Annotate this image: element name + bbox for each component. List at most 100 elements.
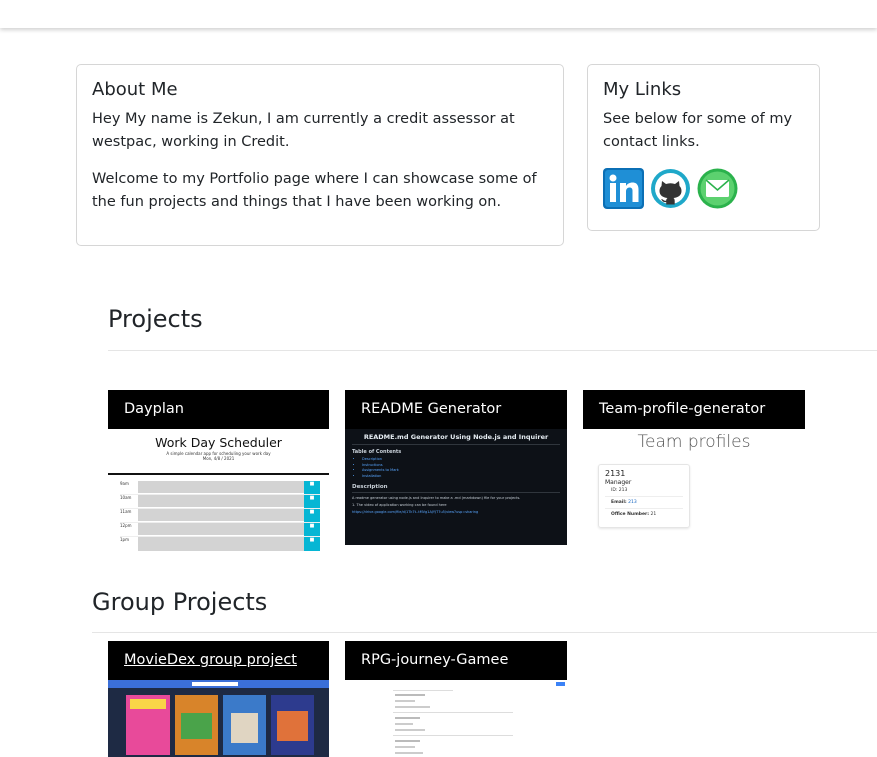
about-me-title: About Me bbox=[92, 79, 178, 100]
projects-divider bbox=[108, 350, 877, 351]
thumb-title: Work Day Scheduler bbox=[155, 435, 282, 450]
employee-name: 2131 bbox=[605, 469, 626, 478]
time-block: 10am ■ bbox=[120, 495, 320, 509]
hour-label: 10am bbox=[120, 495, 132, 500]
project-card-team-profile-generator[interactable]: Team-profile-generator Team profiles 213… bbox=[583, 390, 805, 533]
thumb-description-link: https://drive.google.com/file/d/1Tk7t..t… bbox=[352, 510, 479, 514]
thumb-line bbox=[395, 740, 420, 742]
poster-art bbox=[130, 699, 166, 709]
thumb-line bbox=[393, 690, 453, 691]
group-projects-title: Group Projects bbox=[92, 588, 268, 616]
project-title[interactable]: RPG-journey-Gamee bbox=[345, 641, 567, 680]
project-title[interactable]: Team-profile-generator bbox=[583, 390, 805, 429]
email-icon[interactable] bbox=[697, 168, 738, 209]
poster bbox=[271, 695, 314, 755]
projects-title: Projects bbox=[108, 305, 203, 333]
hour-label: 11am bbox=[120, 509, 132, 514]
about-me-paragraph-2: Welcome to my Portfolio page where I can… bbox=[92, 171, 537, 210]
employee-email-row: Email: 213 bbox=[605, 500, 683, 505]
project-card-moviedex[interactable]: MovieDex group project bbox=[108, 641, 329, 757]
thumb-header-line bbox=[108, 473, 329, 475]
team-profile-screenshot[interactable]: Team profiles 2131 Manager ID: 213 Email… bbox=[583, 429, 805, 533]
group-projects-divider bbox=[92, 632, 877, 633]
thumb-line bbox=[393, 735, 513, 736]
save-button: ■ bbox=[304, 495, 320, 508]
project-card-dayplan[interactable]: Dayplan Work Day Scheduler A simple cale… bbox=[108, 390, 329, 553]
top-navbar bbox=[0, 0, 877, 28]
thumb-line bbox=[395, 700, 415, 702]
block-text bbox=[138, 537, 304, 551]
time-blocks: 9am ■ 10am ■ 11am ■ 12pm ■ 1pm ■ bbox=[120, 481, 320, 551]
thumb-search bbox=[192, 682, 238, 686]
contact-icons bbox=[603, 168, 804, 209]
email-label: Email: bbox=[611, 500, 627, 505]
thumb-navbar bbox=[108, 680, 329, 688]
thumb-line bbox=[395, 717, 420, 719]
toc-item: Installation bbox=[362, 474, 560, 480]
thumb-toc-list: Description Instructions Assignments to … bbox=[352, 457, 560, 479]
save-button: ■ bbox=[304, 523, 320, 536]
thumb-title: Team profiles bbox=[637, 432, 751, 452]
thumb-description-line: A readme generator using node.js and Inq… bbox=[352, 496, 521, 500]
office-label: Office Number: bbox=[611, 512, 650, 517]
thumb-toc-heading: Table of Contents bbox=[352, 449, 402, 455]
save-button: ■ bbox=[304, 509, 320, 522]
time-block: 9am ■ bbox=[120, 481, 320, 495]
hour-label: 9am bbox=[120, 481, 129, 486]
poster bbox=[126, 695, 170, 755]
about-me-paragraph-1: Hey My name is Zekun, I am currently a c… bbox=[92, 111, 515, 150]
project-title[interactable]: MovieDex group project bbox=[124, 652, 297, 668]
readme-generator-screenshot[interactable]: README.md Generator Using Node.js and In… bbox=[345, 429, 567, 545]
hour-label: 1pm bbox=[120, 537, 129, 542]
project-title[interactable]: README Generator bbox=[345, 390, 567, 429]
poster-art bbox=[277, 711, 308, 741]
moviedex-screenshot[interactable] bbox=[108, 680, 329, 757]
github-icon[interactable] bbox=[650, 168, 691, 209]
time-block: 12pm ■ bbox=[120, 523, 320, 537]
thumb-line bbox=[395, 746, 415, 748]
thumb-description-line: 1. The video of application working can … bbox=[352, 503, 447, 507]
project-card-rpg-journey[interactable]: RPG-journey-Gamee bbox=[345, 641, 567, 757]
card-divider bbox=[605, 496, 683, 497]
hour-label: 12pm bbox=[120, 523, 132, 528]
project-card-readme-generator[interactable]: README Generator README.md Generator Usi… bbox=[345, 390, 567, 545]
time-block: 11am ■ bbox=[120, 509, 320, 523]
my-links-text: See below for some of my contact links. bbox=[603, 111, 793, 150]
poster bbox=[223, 695, 266, 755]
thumb-divider bbox=[352, 492, 560, 493]
thumb-divider bbox=[352, 444, 560, 445]
thumb-title: README.md Generator Using Node.js and In… bbox=[363, 433, 549, 441]
poster-art bbox=[181, 713, 212, 739]
thumb-button bbox=[556, 682, 565, 686]
poster bbox=[175, 695, 218, 755]
thumb-description-heading: Description bbox=[352, 484, 388, 490]
linkedin-icon[interactable] bbox=[603, 168, 644, 209]
card-divider bbox=[605, 508, 683, 509]
block-text bbox=[138, 509, 304, 522]
employee-card: 2131 Manager ID: 213 Email: 213 Office N… bbox=[598, 464, 690, 528]
dayplan-screenshot[interactable]: Work Day Scheduler A simple calendar app… bbox=[108, 429, 329, 553]
thumb-date: Mon, 4/8 / 2021 bbox=[202, 456, 235, 461]
time-block: 1pm ■ bbox=[120, 537, 320, 551]
employee-role: Manager bbox=[605, 479, 632, 486]
thumb-line bbox=[395, 752, 423, 754]
my-links-card: My Links See below for some of my contac… bbox=[587, 64, 820, 231]
project-title-link[interactable]: MovieDex group project bbox=[108, 641, 329, 680]
email-value: 213 bbox=[628, 500, 637, 505]
block-text bbox=[138, 495, 304, 508]
thumb-line bbox=[393, 712, 513, 713]
project-title[interactable]: Dayplan bbox=[108, 390, 329, 429]
employee-office-row: Office Number: 21 bbox=[605, 512, 683, 517]
thumb-line bbox=[395, 729, 425, 731]
save-button: ■ bbox=[304, 537, 320, 551]
block-text bbox=[138, 481, 304, 494]
poster-art bbox=[231, 713, 258, 743]
rpg-screenshot[interactable] bbox=[345, 680, 567, 757]
about-me-card: About Me Hey My name is Zekun, I am curr… bbox=[76, 64, 564, 246]
thumb-line bbox=[395, 723, 413, 725]
thumb-line bbox=[395, 706, 430, 708]
my-links-title: My Links bbox=[603, 79, 682, 100]
office-value: 21 bbox=[650, 512, 657, 517]
block-text bbox=[138, 523, 304, 536]
employee-id: ID: 213 bbox=[611, 488, 628, 493]
